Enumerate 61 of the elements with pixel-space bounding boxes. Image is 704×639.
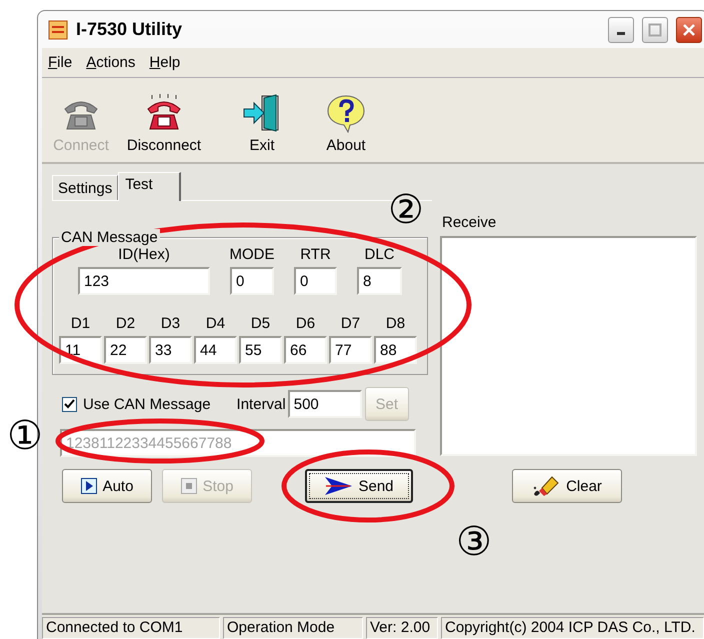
- close-button[interactable]: [676, 16, 702, 42]
- input-field[interactable]: 88: [374, 336, 417, 364]
- field-label: D3: [160, 315, 180, 332]
- stop-icon: [180, 478, 197, 494]
- menu-item[interactable]: Help: [149, 54, 180, 71]
- input-field[interactable]: 55: [239, 336, 282, 364]
- toolbar-button[interactable]: About: [306, 93, 386, 154]
- field-label: D7: [340, 315, 360, 332]
- field-label: D1: [70, 315, 90, 332]
- interval-label: Interval: [236, 396, 286, 412]
- field-label: D8: [386, 315, 406, 332]
- input-field[interactable]: 77: [329, 336, 372, 364]
- tab[interactable]: Test: [118, 172, 181, 201]
- field-label: ID(Hex): [118, 246, 170, 263]
- toolbar-button[interactable]: Exit: [228, 93, 296, 154]
- input-field[interactable]: 44: [194, 336, 237, 364]
- tab[interactable]: Settings: [52, 175, 118, 200]
- callout-number: ①: [7, 416, 43, 456]
- input-field[interactable]: 66: [284, 336, 327, 364]
- field-label: D2: [116, 315, 136, 332]
- group-title: CAN Message: [59, 229, 160, 246]
- receive-label: Receive: [442, 214, 498, 231]
- receive-list[interactable]: [440, 236, 697, 456]
- checkbox-label: Use CAN Message: [83, 396, 211, 412]
- status-panel: Ver: 2.00: [366, 617, 438, 639]
- callout-number: ②: [388, 190, 424, 230]
- play-icon: [80, 478, 97, 494]
- minimize-icon: [617, 32, 625, 35]
- status-panel: Connected to COM1: [42, 617, 220, 639]
- minimize-button[interactable]: [608, 16, 634, 42]
- checkbox[interactable]: [62, 396, 77, 412]
- input-field[interactable]: 0: [294, 267, 337, 295]
- field-label: D4: [206, 315, 226, 332]
- question-bubble-icon: [326, 93, 366, 133]
- maximize-button[interactable]: [642, 16, 668, 42]
- menu-item[interactable]: Actions: [86, 54, 136, 71]
- status-panel: Operation Mode: [223, 617, 363, 639]
- push-button[interactable]: Send: [305, 469, 413, 503]
- input-field[interactable]: 123: [78, 267, 210, 295]
- toolbar-button[interactable]: Disconnect: [120, 93, 208, 154]
- clear-button[interactable]: Clear: [512, 469, 622, 503]
- menu-item[interactable]: File: [48, 54, 72, 71]
- field-label: RTR: [300, 246, 331, 263]
- eraser-icon: [532, 474, 560, 498]
- push-button[interactable]: Auto: [62, 469, 152, 503]
- maximize-icon: [648, 22, 662, 36]
- field-label: D6: [296, 315, 316, 332]
- input-field[interactable]: 33: [149, 336, 192, 364]
- input-field[interactable]: 500: [288, 390, 362, 418]
- field-label: D5: [250, 315, 270, 332]
- window-title: I-7530 Utility: [76, 19, 184, 40]
- input-field[interactable]: 0: [230, 267, 274, 295]
- close-icon: [682, 22, 696, 36]
- app-logo-icon: [48, 20, 68, 40]
- field-label: DLC: [364, 246, 394, 263]
- arrow-icon: [324, 476, 352, 496]
- status-panel: Copyright(c) 2004 ICP DAS Co., LTD.: [441, 617, 704, 639]
- input-field[interactable]: 8: [357, 267, 402, 295]
- callout-number: ③: [456, 522, 492, 562]
- input-field[interactable]: 22: [104, 336, 147, 364]
- field-label: MODE: [230, 246, 274, 263]
